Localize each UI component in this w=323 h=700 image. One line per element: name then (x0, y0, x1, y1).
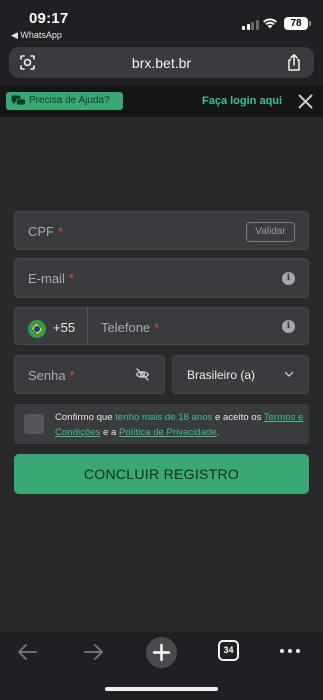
cpf-field[interactable]: CPF * Validar (14, 211, 309, 250)
country-code[interactable]: +55 (53, 320, 75, 335)
required-mark: * (69, 368, 75, 383)
phone-field[interactable]: +55 Telefone * i (14, 307, 309, 345)
email-info-icon[interactable]: i (282, 272, 295, 285)
address-bar[interactable]: brx.bet.br (9, 47, 314, 78)
url-text: brx.bet.br (131, 55, 192, 71)
nationality-select[interactable]: Brasileiro (a) (172, 355, 309, 394)
privacy-policy-link[interactable]: Política de Privacidade (119, 427, 217, 438)
share-icon[interactable] (286, 53, 302, 72)
back-arrow-icon[interactable] (16, 642, 38, 662)
required-mark: * (58, 224, 64, 239)
required-mark: * (68, 271, 74, 286)
back-to-app-link[interactable]: ◀ WhatsApp (11, 30, 62, 41)
more-options-icon[interactable] (280, 649, 300, 653)
consent-text: Confirmo que tenho mais de 18 anos e ace… (55, 410, 305, 440)
consent-text-part: e aceito os (212, 412, 264, 423)
consent-text-part: . (216, 427, 220, 438)
password-field[interactable]: Senha * (14, 355, 165, 394)
plus-icon (152, 643, 171, 662)
close-icon[interactable] (298, 94, 313, 109)
phone-info-icon[interactable]: i (282, 320, 295, 333)
phone-divider (87, 308, 88, 344)
eye-off-icon[interactable] (135, 367, 150, 382)
status-bar: 09:17 ◀ WhatsApp 78 (0, 8, 323, 40)
forward-arrow-icon[interactable] (83, 642, 105, 662)
chat-bubbles-icon (11, 95, 26, 106)
wifi-icon (263, 18, 277, 29)
consent-box: Confirmo que tenho mais de 18 anos e ace… (14, 404, 309, 444)
email-placeholder-text: E-mail (28, 271, 65, 286)
consent-text-part: e a (100, 427, 120, 438)
validate-cpf-button[interactable]: Validar (246, 222, 295, 242)
help-button-label: Precisa de Ajuda? (29, 95, 110, 106)
brazil-flag-icon[interactable] (28, 320, 46, 338)
tabs-button[interactable]: 34 (218, 640, 239, 661)
email-field[interactable]: E-mail * i (14, 258, 309, 298)
complete-registration-button[interactable]: CONCLUIR REGISTRO (14, 454, 309, 494)
new-tab-button[interactable] (146, 637, 177, 668)
email-placeholder: E-mail * (28, 271, 74, 286)
required-mark: * (154, 320, 160, 335)
phone-placeholder: Telefone * (101, 320, 159, 335)
help-button[interactable]: Precisa de Ajuda? (6, 92, 123, 110)
login-link[interactable]: Faça login aqui (202, 95, 282, 107)
password-placeholder: Senha * (28, 368, 75, 383)
site-header: Precisa de Ajuda? Faça login aqui (0, 86, 323, 117)
age-highlight: tenho mais de 18 anos (115, 412, 213, 423)
battery-icon: 78 (284, 17, 311, 30)
home-indicator (105, 687, 218, 691)
status-time: 09:17 (29, 10, 69, 27)
cellular-signal-icon (242, 20, 259, 30)
consent-text-part: Confirmo que (55, 412, 116, 423)
nationality-value: Brasileiro (a) (187, 368, 256, 382)
cpf-placeholder: CPF * (28, 224, 63, 239)
cpf-placeholder-text: CPF (28, 224, 54, 239)
browser-top-chrome: 09:17 ◀ WhatsApp 78 brx.bet.br (0, 0, 323, 86)
password-placeholder-text: Senha (28, 368, 66, 383)
chevron-down-icon (284, 371, 294, 377)
consent-checkbox[interactable] (24, 414, 44, 434)
phone-placeholder-text: Telefone (101, 320, 151, 335)
